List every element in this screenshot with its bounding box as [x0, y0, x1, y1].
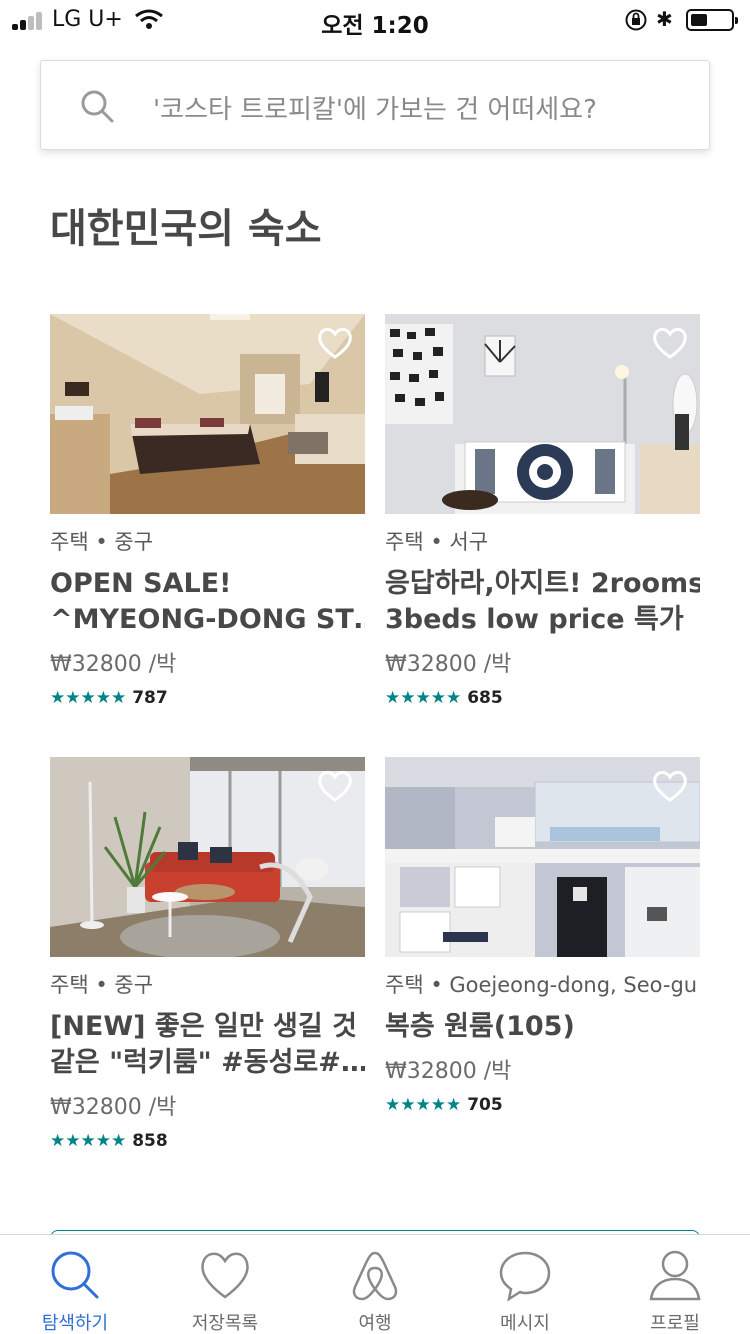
listing-title-line: OPEN SALE! [50, 568, 232, 599]
profile-icon [649, 1250, 701, 1301]
heart-icon [201, 1252, 249, 1299]
section-title: 대한민국의 숙소 [50, 206, 322, 252]
listing-card[interactable]: 주택 • 서구 응답하라,아지트! 2rooms 3beds low price… [385, 314, 700, 708]
tab-label: 메시지 [500, 1313, 550, 1334]
review-count: 685 [467, 688, 503, 708]
listing-card[interactable]: 주택 • 중구 OPEN SALE! ^MYEONG-DONG ST… ₩328… [50, 314, 365, 708]
listing-rating: ★★★★★ 685 [385, 688, 700, 708]
listing-rating: ★★★★★ 787 [50, 688, 365, 708]
listing-title[interactable]: [NEW] 좋은 일만 생길 것 같은 "럭키룸" #동성로#… [50, 1009, 365, 1081]
search-bar[interactable]: '코스타 트로피칼'에 가보는 건 어떠세요? [40, 60, 710, 150]
review-count: 787 [132, 688, 168, 708]
airbnb-logo-icon [352, 1251, 398, 1301]
listing-price: ₩32800 /박 [385, 652, 512, 677]
heart-icon[interactable] [317, 769, 353, 803]
listing-title[interactable]: 복층 원룸(105) [385, 1009, 700, 1045]
listing-rating: ★★★★★ 858 [50, 1131, 365, 1151]
bedroom-photo[interactable] [50, 314, 365, 514]
living-room-photo[interactable] [50, 757, 365, 957]
listing-type-location: 주택 • 서구 [385, 530, 489, 554]
tab-label: 탐색하기 [41, 1313, 109, 1334]
listing-type-location: 주택 • 중구 [50, 973, 154, 997]
rating-stars: ★★★★★ [385, 688, 462, 708]
bottom-tab-bar: 탐색하기 저장목록 여행 메시지 프로필 [0, 1234, 750, 1334]
tab-saved[interactable]: 저장목록 [150, 1247, 300, 1334]
rating-stars: ★★★★★ [50, 1131, 127, 1151]
listing-title[interactable]: OPEN SALE! ^MYEONG-DONG ST… [50, 566, 365, 638]
sofa-room-photo[interactable] [385, 314, 700, 514]
status-bar: LG U+ 오전 1:20 ✱ [0, 0, 750, 40]
rating-stars: ★★★★★ [385, 1095, 462, 1115]
listing-price: ₩32800 /박 [385, 1059, 512, 1084]
listing-rating: ★★★★★ 705 [385, 1095, 700, 1115]
bluetooth-icon: ✱ [656, 7, 673, 31]
search-icon [51, 1251, 99, 1299]
heart-icon[interactable] [652, 769, 688, 803]
loft-room-photo[interactable] [385, 757, 700, 957]
chat-bubble-icon [499, 1251, 551, 1302]
listing-type-location: 주택 • 중구 [50, 530, 154, 554]
listing-type-location: 주택 • Goejeong-dong, Seo-gu [385, 973, 698, 997]
listing-title-line: 복층 원룸(105) [385, 1011, 575, 1042]
search-icon [81, 90, 114, 123]
tab-label: 여행 [358, 1313, 392, 1334]
listing-title-line: 응답하라,아지트! 2rooms [385, 568, 700, 599]
search-placeholder: '코스타 트로피칼'에 가보는 건 어떠세요? [153, 95, 597, 125]
heart-icon[interactable] [652, 326, 688, 360]
tab-messages[interactable]: 메시지 [450, 1247, 600, 1334]
rotation-lock-icon [625, 9, 647, 31]
tab-explore[interactable]: 탐색하기 [0, 1247, 150, 1334]
listing-title[interactable]: 응답하라,아지트! 2rooms 3beds low price 특가 [385, 566, 700, 638]
tab-label: 저장목록 [191, 1313, 259, 1334]
heart-icon[interactable] [317, 326, 353, 360]
listing-price: ₩32800 /박 [50, 1095, 177, 1120]
rating-stars: ★★★★★ [50, 688, 127, 708]
listing-title-line: 같은 "럭키룸" #동성로#… [50, 1047, 365, 1078]
review-count: 858 [132, 1131, 168, 1151]
tab-trips[interactable]: 여행 [300, 1247, 450, 1334]
tab-profile[interactable]: 프로필 [600, 1247, 750, 1334]
listing-title-line: [NEW] 좋은 일만 생길 것 [50, 1011, 357, 1042]
listing-card[interactable]: 주택 • Goejeong-dong, Seo-gu 복층 원룸(105) ₩3… [385, 757, 700, 1115]
listing-title-line: ^MYEONG-DONG ST… [50, 604, 365, 635]
listing-title-line: 3beds low price 특가 [385, 604, 684, 635]
tab-label: 프로필 [650, 1313, 700, 1334]
listing-price: ₩32800 /박 [50, 652, 177, 677]
review-count: 705 [467, 1095, 503, 1115]
listing-card[interactable]: 주택 • 중구 [NEW] 좋은 일만 생길 것 같은 "럭키룸" #동성로#…… [50, 757, 365, 1151]
battery-icon [686, 9, 738, 31]
